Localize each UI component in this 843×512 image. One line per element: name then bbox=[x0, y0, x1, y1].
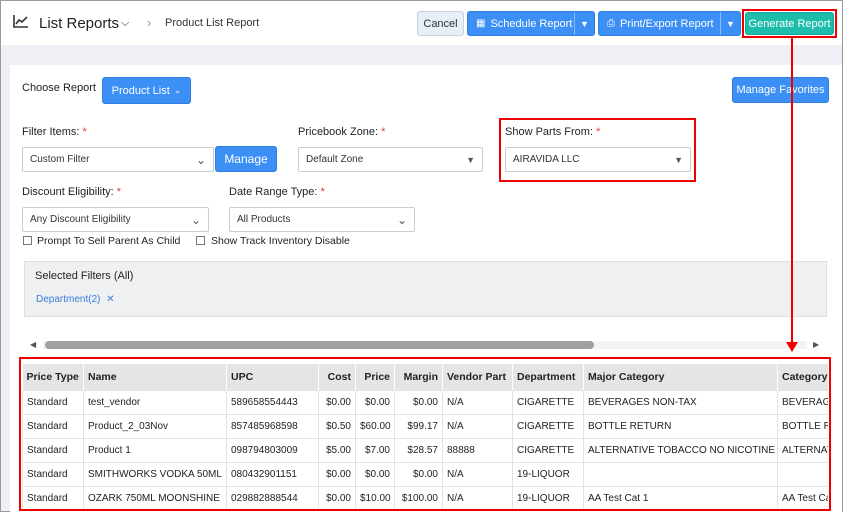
print-export-label: Print/Export Report bbox=[620, 17, 714, 30]
department-filter-tag-label: Department(2) bbox=[36, 294, 101, 305]
top-bar: List Reports ⌵ › Product List Report Can… bbox=[1, 1, 842, 45]
selected-filters-panel bbox=[24, 261, 827, 317]
filter-items-label: Filter Items: * bbox=[22, 126, 87, 138]
chevron-down-icon: ⌄ bbox=[190, 212, 201, 227]
chevron-down-icon[interactable]: ▼ bbox=[574, 12, 594, 35]
pricebook-zone-select[interactable]: Default Zone ▼ bbox=[298, 147, 483, 172]
calendar-icon: ▦ bbox=[476, 18, 486, 29]
horizontal-scrollbar-thumb[interactable] bbox=[45, 341, 594, 349]
breadcrumb: Product List Report bbox=[165, 17, 260, 29]
prompt-sell-parent-label: Prompt To Sell Parent As Child bbox=[37, 235, 181, 247]
close-icon[interactable]: ✕ bbox=[106, 294, 114, 305]
annotation-arrow-head bbox=[786, 342, 798, 352]
show-track-inventory-label: Show Track Inventory Disable bbox=[211, 235, 350, 247]
highlight-box bbox=[742, 9, 837, 38]
printer-icon: ⎙ bbox=[607, 18, 615, 29]
annotation-arrow bbox=[791, 38, 793, 344]
caret-down-icon: ▼ bbox=[466, 154, 475, 165]
date-range-type-value: All Products bbox=[237, 214, 291, 225]
chevron-down-icon: ⌄ bbox=[396, 212, 407, 227]
selected-filters-title: Selected Filters (All) bbox=[35, 270, 134, 282]
chevron-down-icon[interactable]: ▼ bbox=[720, 12, 740, 35]
pricebook-zone-value: Default Zone bbox=[306, 154, 364, 165]
product-list-dropdown-button[interactable]: Product List ⌄ bbox=[102, 77, 191, 104]
filter-items-select[interactable]: Custom Filter ⌄ bbox=[22, 147, 214, 172]
page-title: List Reports bbox=[39, 15, 120, 32]
department-filter-tag[interactable]: Department(2) ✕ bbox=[36, 294, 115, 305]
chevron-down-icon: ⌄ bbox=[173, 85, 182, 95]
prompt-sell-parent-checkbox[interactable] bbox=[23, 236, 32, 245]
product-list-label: Product List bbox=[111, 84, 170, 97]
schedule-report-button[interactable]: ▦ Schedule Report ▼ bbox=[467, 11, 595, 36]
choose-report-label: Choose Report bbox=[22, 82, 96, 94]
chevron-down-icon: ⌄ bbox=[195, 152, 206, 167]
highlight-box bbox=[19, 357, 831, 511]
schedule-report-label: Schedule Report bbox=[490, 17, 573, 30]
filter-items-value: Custom Filter bbox=[30, 154, 90, 165]
line-chart-icon bbox=[13, 15, 28, 28]
cancel-button[interactable]: Cancel bbox=[417, 11, 464, 36]
pricebook-zone-label: Pricebook Zone: * bbox=[298, 126, 386, 138]
discount-eligibility-select[interactable]: Any Discount Eligibility ⌄ bbox=[22, 207, 209, 232]
discount-eligibility-label: Discount Eligibility: * bbox=[22, 186, 122, 198]
highlight-box bbox=[499, 118, 696, 182]
breadcrumb-separator-icon: › bbox=[147, 15, 152, 30]
scroll-right-icon[interactable]: ▶ bbox=[813, 340, 819, 349]
date-range-type-select[interactable]: All Products ⌄ bbox=[229, 207, 415, 232]
manage-filter-button[interactable]: Manage bbox=[215, 146, 277, 172]
discount-eligibility-value: Any Discount Eligibility bbox=[30, 214, 131, 225]
scroll-left-icon[interactable]: ◀ bbox=[30, 340, 36, 349]
manage-favorites-button[interactable]: Manage Favorites bbox=[732, 77, 829, 103]
print-export-button[interactable]: ⎙ Print/Export Report ▼ bbox=[598, 11, 741, 36]
chevron-down-icon[interactable]: ⌵ bbox=[121, 17, 129, 30]
show-track-inventory-checkbox[interactable] bbox=[196, 236, 205, 245]
date-range-type-label: Date Range Type: * bbox=[229, 186, 325, 198]
